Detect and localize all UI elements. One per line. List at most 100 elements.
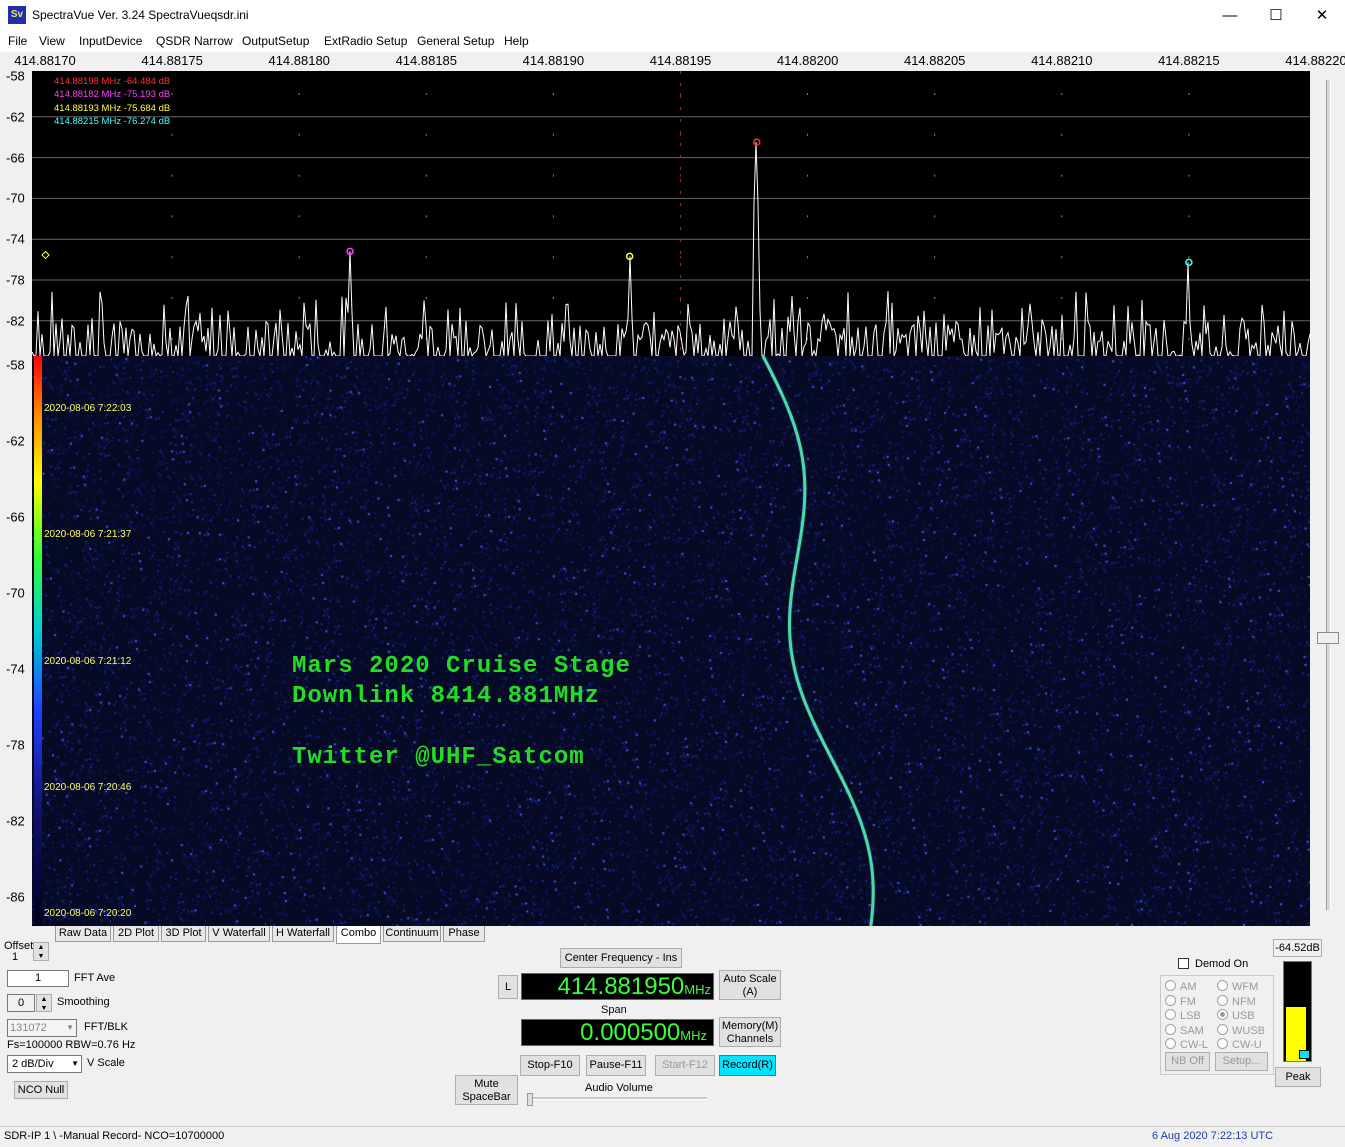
marker-readout: 414.88215 MHz -76.274 dB (54, 116, 171, 128)
freq-tick-label: 414.88205 (903, 53, 966, 68)
mute-button[interactable]: Mute SpaceBar (455, 1075, 518, 1105)
menu-qsdr-narrow[interactable]: QSDR Narrow (156, 34, 233, 48)
freq-tick-label: 414.88215 (1158, 53, 1220, 68)
menu-bar: File View InputDevice QSDR Narrow Output… (0, 31, 1345, 52)
mode-radio-usb[interactable]: USB (1217, 1009, 1255, 1022)
demod-on-checkbox[interactable] (1178, 958, 1189, 969)
mode-radio-sam[interactable]: SAM (1165, 1023, 1204, 1037)
tab-phase[interactable]: Phase (443, 926, 485, 942)
overlay-text-line2: Downlink 8414.881MHz (292, 683, 601, 710)
menu-inputdevice[interactable]: InputDevice (79, 34, 142, 48)
mode-radio-fm[interactable]: FM (1165, 994, 1196, 1008)
mode-radio-cw-u[interactable]: CW-U (1217, 1038, 1262, 1051)
freq-tick-label: 414.88170 (14, 53, 76, 68)
audio-volume-thumb[interactable] (527, 1093, 533, 1106)
span-label: Span (601, 1004, 627, 1016)
setup-button[interactable]: Setup... (1215, 1052, 1268, 1071)
menu-general-setup[interactable]: General Setup (417, 34, 494, 48)
smoothing-label: Smoothing (57, 996, 110, 1008)
peak-marker (753, 138, 761, 146)
radio-dot-icon (1165, 1038, 1176, 1049)
mode-radio-lsb[interactable]: LSB (1165, 1009, 1201, 1022)
center-frequency-display[interactable]: 414.881950MHz (521, 973, 714, 1000)
tab-2d-plot[interactable]: 2D Plot (113, 926, 159, 942)
mode-radio-am[interactable]: AM (1165, 980, 1197, 993)
mode-radio-nfm[interactable]: NFM (1217, 994, 1256, 1008)
close-button[interactable]: ✕ (1299, 0, 1345, 31)
demod-on-label: Demod On (1195, 958, 1249, 970)
l-button[interactable]: L (498, 975, 518, 999)
vertical-slider-thumb[interactable] (1317, 632, 1339, 644)
mode-label: CW-L (1180, 1039, 1208, 1051)
tab-v-waterfall[interactable]: V Waterfall (208, 926, 270, 942)
freq-tick-label: 414.88195 (649, 53, 712, 68)
channels-label: Channels (726, 1033, 774, 1045)
radio-dot-icon (1165, 1023, 1176, 1035)
status-left: SDR-IP 1 \ -Manual Record- NCO=10700000 (4, 1130, 225, 1142)
mode-radio-wfm[interactable]: WFM (1217, 980, 1258, 993)
menu-help[interactable]: Help (504, 34, 529, 48)
spectrum-plot[interactable]: 414.88198 MHz -64.484 dB 414.88182 MHz -7… (32, 71, 1310, 356)
vertical-slider-track[interactable] (1326, 80, 1331, 910)
memory-channels-button[interactable]: Memory(M) Channels (719, 1017, 781, 1047)
frequency-axis: 414.88170 414.88175 414.88180 414.88185 414.… (0, 52, 1345, 71)
window-title: SpectraVue Ver. 3.24 SpectraVueqsdr.ini (32, 8, 249, 22)
mode-label: CW-U (1232, 1039, 1262, 1051)
peak-button[interactable]: Peak (1275, 1067, 1321, 1087)
tab-raw-data[interactable]: Raw Data (55, 926, 111, 942)
spectrum-svg (32, 71, 1310, 356)
smoothing-spinner[interactable]: ▲ ▼ (36, 994, 52, 1012)
radio-dot-icon (1165, 994, 1176, 1006)
smoothing-field[interactable]: 0 (7, 994, 35, 1012)
center-frequency-button[interactable]: Center Frequency - Ins (560, 948, 682, 968)
radio-dot-icon (1217, 1009, 1228, 1020)
tab-combo[interactable]: Combo (336, 926, 381, 944)
fft-ave-field[interactable]: 1 (7, 970, 69, 987)
offset-spinner[interactable]: ▲ ▼ (33, 942, 49, 961)
nco-null-button[interactable]: NCO Null (14, 1081, 68, 1099)
marker-diamond (41, 250, 50, 260)
status-timestamp: 6 Aug 2020 7:22:13 UTC (1152, 1130, 1274, 1142)
status-bar: SDR-IP 1 \ -Manual Record- NCO=10700000 … (0, 1126, 1345, 1147)
vscale-value: 2 dB/Div (12, 1058, 54, 1070)
vscale-label: V Scale (87, 1057, 125, 1069)
mode-label: AM (1180, 981, 1197, 993)
waterfall-timestamp: 2020-08-06 7:21:12 (44, 655, 132, 667)
menu-outputsetup[interactable]: OutputSetup (242, 34, 309, 48)
vscale-select[interactable]: 2 dB/Div ▼ (7, 1055, 82, 1073)
tab-continuum[interactable]: Continuum (383, 926, 441, 942)
radio-dot-icon (1217, 1023, 1228, 1035)
stop-button[interactable]: Stop-F10 (520, 1055, 580, 1076)
tab-h-waterfall[interactable]: H Waterfall (272, 926, 334, 942)
freq-tick-label: 414.88175 (141, 53, 203, 68)
audio-volume-slider[interactable] (527, 1097, 707, 1100)
span-display[interactable]: 0.000500MHz (521, 1019, 714, 1046)
menu-file[interactable]: File (8, 34, 27, 48)
menu-extradio-setup[interactable]: ExtRadio Setup (324, 34, 407, 48)
start-button[interactable]: Start-F12 (655, 1055, 715, 1076)
waterfall-timestamp: 2020-08-06 7:21:37 (44, 529, 132, 541)
overlay-text-line1: Mars 2020 Cruise Stage (292, 653, 631, 680)
level-readout: -64.52dB (1273, 939, 1322, 957)
menu-view[interactable]: View (39, 34, 65, 48)
minimize-button[interactable]: — (1207, 0, 1253, 31)
record-button[interactable]: Record(R) (719, 1055, 776, 1076)
mode-radio-cw-l[interactable]: CW-L (1165, 1038, 1208, 1051)
spacebar-label: SpaceBar (462, 1091, 511, 1103)
maximize-button[interactable]: ☐ (1253, 0, 1299, 31)
offset-label: Offset (4, 940, 34, 952)
span-value: 0.000500 (580, 1019, 681, 1046)
nb-off-button[interactable]: NB Off (1165, 1052, 1210, 1071)
freq-tick-label: 414.88190 (522, 53, 585, 68)
mode-radio-wusb[interactable]: WUSB (1217, 1023, 1265, 1037)
pause-button[interactable]: Pause-F11 (586, 1055, 646, 1076)
center-frequency-value: 414.881950 (557, 973, 685, 1000)
tab-3d-plot[interactable]: 3D Plot (161, 926, 206, 942)
level-meter (1283, 961, 1312, 1062)
app-icon[interactable]: Sv (8, 6, 26, 24)
fft-ave-label: FFT Ave (74, 972, 116, 984)
auto-scale-button[interactable]: Auto Scale (A) (719, 970, 781, 1000)
fft-blk-select[interactable]: 131072 ▼ (7, 1019, 77, 1037)
peak-marker (1185, 258, 1193, 267)
waterfall-display[interactable]: 2020-08-06 7:22:03 2020-08-06 7:21:37 2020… (32, 356, 1310, 926)
